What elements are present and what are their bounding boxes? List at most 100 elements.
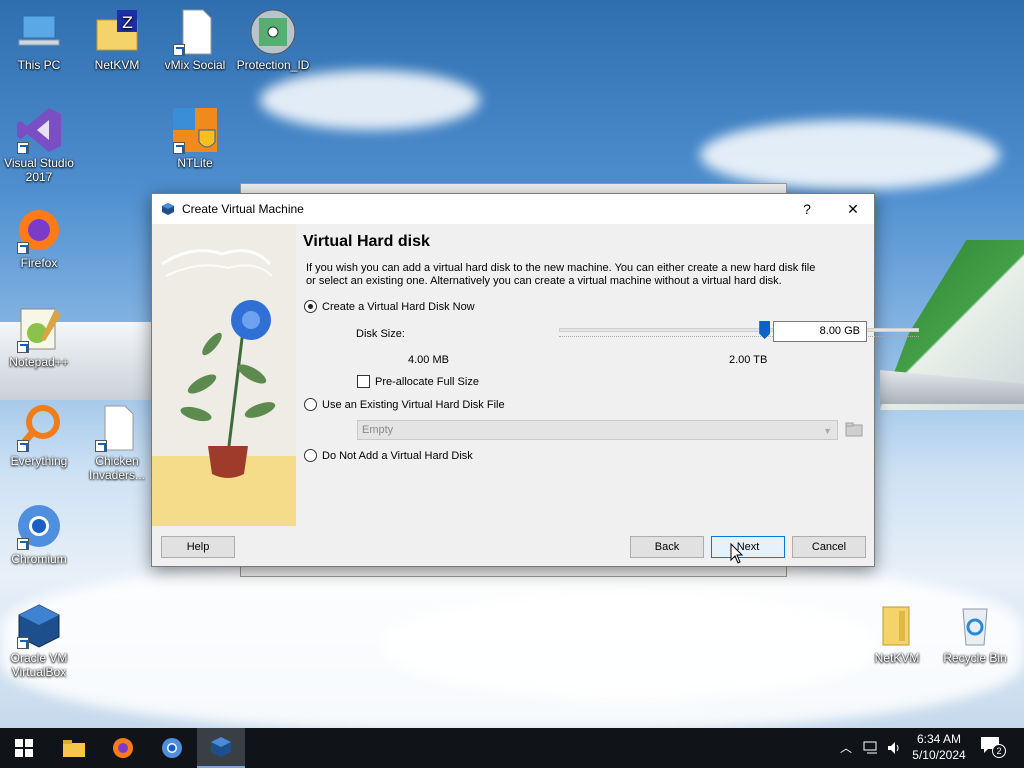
desktop-icon-chromium[interactable]: Chromium (1, 502, 77, 566)
button-bar: Help Back Next Cancel (152, 526, 874, 566)
existing-disk-combo: Empty ▼ (357, 420, 838, 440)
help-button[interactable]: Help (161, 536, 235, 558)
desktop-icon-notepad-plus-plus[interactable]: Notepad++ (1, 305, 77, 369)
zip-folder-icon: Z (93, 8, 141, 56)
radio-indicator-selected[interactable] (304, 300, 317, 313)
radio-no-disk[interactable]: Do Not Add a Virtual Hard Disk (304, 449, 473, 462)
mouse-cursor-icon (730, 543, 744, 564)
virtualbox-icon (162, 203, 174, 215)
shortcut-arrow-icon (17, 637, 29, 649)
speaker-icon[interactable] (886, 740, 902, 756)
disk-size-label: Disk Size: (356, 328, 405, 340)
chevron-down-icon: ▼ (823, 426, 832, 436)
dialog-title: Create Virtual Machine (182, 202, 304, 216)
shortcut-arrow-icon (173, 142, 185, 154)
taskbar-chromium[interactable] (148, 728, 196, 768)
disc-icon (249, 8, 297, 56)
taskbar-firefox[interactable] (99, 728, 147, 768)
shortcut-arrow-icon (17, 538, 29, 550)
desktop-icon-ntlite[interactable]: NTLite (157, 106, 233, 170)
desktop-icon-this-pc[interactable]: This PC (1, 8, 77, 72)
desktop-icon-vmix-social[interactable]: vMix Social (157, 8, 233, 72)
desktop-icon-label: Notepad++ (9, 355, 69, 369)
search-magnifier-icon (15, 404, 63, 452)
close-button[interactable]: ✕ (830, 194, 876, 224)
recycle-bin-icon (951, 601, 999, 649)
virtualbox-icon (211, 737, 231, 757)
radio-indicator[interactable] (304, 398, 317, 411)
desktop-icon-netkvm-folder[interactable]: NetKVM (859, 601, 935, 665)
preallocate-checkbox[interactable]: Pre-allocate Full Size (357, 375, 479, 388)
dialog-titlebar[interactable]: Create Virtual Machine ? ✕ (152, 194, 874, 224)
disk-size-input[interactable]: 8.00 GB (773, 321, 867, 342)
windows-logo-icon (15, 739, 33, 757)
taskbar-virtualbox[interactable] (197, 728, 245, 768)
page-heading: Virtual Hard disk (303, 233, 430, 250)
help-glyph: ? (803, 201, 811, 217)
help-title-button[interactable]: ? (784, 194, 830, 224)
chromium-icon (15, 502, 63, 550)
desktop-icon-label: NetKVM (874, 651, 920, 665)
desktop-icon-label: Chromium (11, 552, 67, 566)
desktop-icon-firefox[interactable]: Firefox (1, 206, 77, 270)
notification-count-badge: 2 (992, 744, 1006, 758)
taskbar-clock[interactable]: 6:34 AM 5/10/2024 (905, 731, 973, 763)
shortcut-arrow-icon (17, 142, 29, 154)
desktop-icon-visual-studio[interactable]: Visual Studio 2017 (1, 106, 77, 184)
wallpaper-cloud (700, 120, 1000, 190)
next-button[interactable]: Next (711, 536, 785, 558)
clock-time: 6:34 AM (916, 732, 962, 746)
radio-label: Use an Existing Virtual Hard Disk File (322, 398, 505, 411)
wizard-illustration (152, 224, 296, 526)
visual-studio-icon (15, 106, 63, 154)
desktop-icon-label: NetKVM (94, 58, 140, 72)
notification-center-button[interactable]: 2 (980, 736, 1008, 760)
desktop-icon-protection-id[interactable]: Protection_ID (235, 8, 311, 72)
firefox-icon (113, 738, 133, 758)
desktop-icon-label: NTLite (177, 156, 213, 170)
close-icon: ✕ (847, 200, 859, 217)
checkbox-box[interactable] (357, 375, 370, 388)
desktop-icon-label: Oracle VM VirtualBox (10, 651, 68, 679)
desktop-icon-label: Visual Studio 2017 (4, 156, 74, 184)
desktop-icon-everything[interactable]: Everything (1, 404, 77, 468)
desktop-icon-virtualbox[interactable]: Oracle VM VirtualBox (1, 601, 77, 679)
wallpaper-cloud (260, 70, 480, 130)
slider-max-label: 2.00 TB (729, 354, 768, 366)
back-button[interactable]: Back (630, 536, 704, 558)
desktop-icon-label: Firefox (20, 256, 58, 270)
desktop-icon-label: This PC (17, 58, 61, 72)
radio-create-disk[interactable]: Create a Virtual Hard Disk Now (304, 300, 475, 313)
desktop-icon-label: Protection_ID (236, 58, 310, 72)
start-button[interactable] (0, 728, 48, 768)
folder-icon (873, 601, 921, 649)
combo-value: Empty (362, 424, 394, 436)
folder-browse-icon (845, 422, 863, 437)
checkbox-label: Pre-allocate Full Size (375, 375, 479, 388)
shortcut-arrow-icon (17, 440, 29, 452)
shortcut-arrow-icon (17, 341, 29, 353)
taskbar-file-explorer[interactable] (50, 728, 98, 768)
desktop-icon-label: Chicken Invaders... (88, 454, 146, 482)
desktop-icon-netkvm[interactable]: Z NetKVM (79, 8, 155, 72)
radio-label: Do Not Add a Virtual Hard Disk (322, 449, 473, 462)
desktop-icon-chicken-invaders[interactable]: Chicken Invaders... (79, 404, 155, 482)
create-vm-dialog: Create Virtual Machine ? ✕ Virtual Hard … (151, 193, 919, 567)
radio-existing-disk[interactable]: Use an Existing Virtual Hard Disk File (304, 398, 505, 411)
folder-icon (63, 740, 85, 757)
firefox-icon (15, 206, 63, 254)
notepad-plus-plus-icon (15, 305, 63, 353)
taskbar: ︿ 6:34 AM 5/10/2024 2 (0, 728, 1024, 768)
radio-indicator[interactable] (304, 449, 317, 462)
desktop-icon-recycle-bin[interactable]: Recycle Bin (937, 601, 1013, 665)
clock-date: 5/10/2024 (912, 748, 966, 762)
wizard-content: Virtual Hard disk If you wish you can ad… (303, 224, 919, 526)
cancel-button[interactable]: Cancel (792, 536, 866, 558)
chevron-up-icon[interactable]: ︿ (840, 739, 852, 756)
virtualbox-icon (15, 601, 63, 649)
file-icon (171, 8, 219, 56)
slider-min-label: 4.00 MB (408, 354, 449, 366)
ntlite-icon (171, 106, 219, 154)
chromium-icon (162, 738, 182, 758)
network-icon[interactable] (863, 740, 879, 756)
